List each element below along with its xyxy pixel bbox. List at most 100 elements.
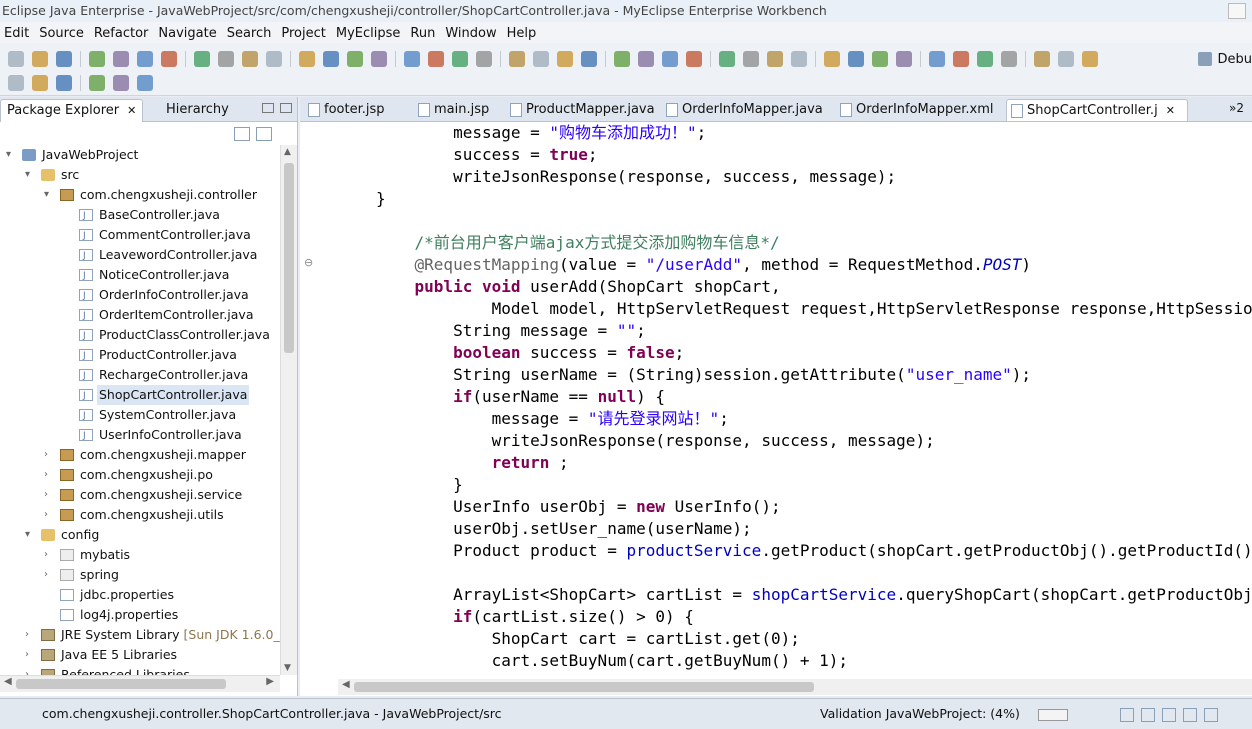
scroll-left-icon[interactable]: ◀ bbox=[4, 676, 12, 687]
toolbar-button-icon[interactable] bbox=[791, 51, 807, 67]
tree-item[interactable]: ›JRE System Library [Sun JDK 1.6.0_13] bbox=[0, 625, 280, 645]
toolbar-button-icon[interactable] bbox=[113, 75, 129, 91]
tree-item[interactable]: ›mybatis bbox=[0, 545, 280, 565]
tree-item[interactable]: ›com.chengxusheji.po bbox=[0, 465, 280, 485]
toolbar-button-icon[interactable] bbox=[1082, 51, 1098, 67]
toolbar-button-icon[interactable] bbox=[557, 51, 573, 67]
collapsed-twisty-icon[interactable]: › bbox=[25, 665, 35, 675]
status-icon[interactable] bbox=[1141, 708, 1155, 722]
tree-item[interactable]: ›Referenced Libraries bbox=[0, 665, 280, 675]
scroll-up-icon[interactable]: ▲ bbox=[284, 147, 291, 157]
tree-item[interactable]: ›Java EE 5 Libraries bbox=[0, 645, 280, 665]
status-icon[interactable] bbox=[1183, 708, 1197, 722]
toolbar-button-icon[interactable] bbox=[581, 51, 597, 67]
tree-vertical-scrollbar[interactable]: ▲ ▼ bbox=[280, 145, 297, 675]
minimize-icon[interactable] bbox=[262, 103, 274, 113]
toolbar-button-icon[interactable] bbox=[89, 75, 105, 91]
collapsed-twisty-icon[interactable]: › bbox=[44, 485, 54, 505]
toolbar-button-icon[interactable] bbox=[137, 51, 153, 67]
toolbar-button-icon[interactable] bbox=[404, 51, 420, 67]
maximize-icon[interactable] bbox=[280, 103, 292, 113]
scroll-right-icon[interactable]: ▶ bbox=[266, 676, 274, 687]
menu-item-refactor[interactable]: Refactor bbox=[94, 26, 149, 41]
perspective-switcher[interactable]: Debu bbox=[1198, 49, 1252, 69]
menu-item-source[interactable]: Source bbox=[39, 26, 84, 41]
toolbar-button-icon[interactable] bbox=[266, 51, 282, 67]
toolbar-button-icon[interactable] bbox=[32, 51, 48, 67]
menu-item-help[interactable]: Help bbox=[507, 26, 537, 41]
status-icon[interactable] bbox=[1162, 708, 1176, 722]
tree-item[interactable]: NoticeController.java bbox=[0, 265, 280, 285]
tree-item[interactable]: ▾config bbox=[0, 525, 280, 545]
toolbar-button-icon[interactable] bbox=[347, 51, 363, 67]
tree-item[interactable]: OrderItemController.java bbox=[0, 305, 280, 325]
toolbar-button-icon[interactable] bbox=[1058, 51, 1074, 67]
toolbar-button-icon[interactable] bbox=[56, 51, 72, 67]
toolbar-button-icon[interactable] bbox=[743, 51, 759, 67]
toolbar-button-icon[interactable] bbox=[509, 51, 525, 67]
tree-item[interactable]: OrderInfoController.java bbox=[0, 285, 280, 305]
tree-item[interactable]: ▾src bbox=[0, 165, 280, 185]
toolbar-button-icon[interactable] bbox=[113, 51, 129, 67]
collapsed-twisty-icon[interactable]: › bbox=[44, 465, 54, 485]
expanded-twisty-icon[interactable]: ▾ bbox=[25, 165, 35, 185]
editor-tab[interactable]: footer.jsp bbox=[304, 99, 414, 121]
tree-item[interactable]: ShopCartController.java bbox=[0, 385, 280, 405]
expanded-twisty-icon[interactable]: ▾ bbox=[6, 145, 16, 165]
toolbar-button-icon[interactable] bbox=[686, 51, 702, 67]
tree-item[interactable]: ›com.chengxusheji.service bbox=[0, 485, 280, 505]
collapsed-twisty-icon[interactable]: › bbox=[25, 625, 35, 645]
menu-item-myeclipse[interactable]: MyEclipse bbox=[336, 26, 401, 41]
toolbar-button-icon[interactable] bbox=[428, 51, 444, 67]
menu-item-navigate[interactable]: Navigate bbox=[158, 26, 216, 41]
tree-horizontal-scrollbar[interactable]: ◀ ▶ bbox=[0, 675, 280, 692]
status-icon[interactable] bbox=[1204, 708, 1218, 722]
toolbar-button-icon[interactable] bbox=[929, 51, 945, 67]
toolbar-button-icon[interactable] bbox=[1034, 51, 1050, 67]
window-control-button[interactable] bbox=[1228, 3, 1246, 19]
editor-horizontal-scrollbar[interactable]: ◀ bbox=[338, 679, 1252, 695]
toolbar-button-icon[interactable] bbox=[218, 51, 234, 67]
toolbar-button-icon[interactable] bbox=[476, 51, 492, 67]
expanded-twisty-icon[interactable]: ▾ bbox=[25, 525, 35, 545]
fold-collapse-icon[interactable]: ⊖ bbox=[304, 256, 313, 269]
toolbar-button-icon[interactable] bbox=[1001, 51, 1017, 67]
toolbar-button-icon[interactable] bbox=[32, 75, 48, 91]
tree-item[interactable]: UserInfoController.java bbox=[0, 425, 280, 445]
scroll-thumb[interactable] bbox=[284, 163, 294, 353]
toolbar-button-icon[interactable] bbox=[323, 51, 339, 67]
tree-item[interactable]: ›spring bbox=[0, 565, 280, 585]
toolbar-button-icon[interactable] bbox=[767, 51, 783, 67]
link-with-editor-icon[interactable] bbox=[256, 127, 272, 141]
toolbar-button-icon[interactable] bbox=[371, 51, 387, 67]
expanded-twisty-icon[interactable]: ▾ bbox=[44, 185, 54, 205]
code-area[interactable]: message = "购物车添加成功！"; success = true; wr… bbox=[376, 122, 1252, 682]
toolbar-button-icon[interactable] bbox=[194, 51, 210, 67]
toolbar-button-icon[interactable] bbox=[56, 75, 72, 91]
tree-item[interactable]: ›com.chengxusheji.mapper bbox=[0, 445, 280, 465]
scroll-thumb[interactable] bbox=[16, 679, 226, 689]
status-icon[interactable] bbox=[1120, 708, 1134, 722]
collapse-all-icon[interactable] bbox=[234, 127, 250, 141]
toolbar-button-icon[interactable] bbox=[872, 51, 888, 67]
menu-item-project[interactable]: Project bbox=[281, 26, 325, 41]
menu-item-window[interactable]: Window bbox=[445, 26, 496, 41]
toolbar-button-icon[interactable] bbox=[161, 51, 177, 67]
tree-item[interactable]: LeavewordController.java bbox=[0, 245, 280, 265]
tree-item[interactable]: jdbc.properties bbox=[0, 585, 280, 605]
toolbar-button-icon[interactable] bbox=[848, 51, 864, 67]
editor-tab[interactable]: OrderInfoMapper.xml bbox=[836, 99, 1006, 121]
scroll-left-icon[interactable]: ◀ bbox=[342, 679, 350, 690]
toolbar-button-icon[interactable] bbox=[8, 75, 24, 91]
tree-item[interactable]: SystemController.java bbox=[0, 405, 280, 425]
tree-item[interactable]: ▾JavaWebProject bbox=[0, 145, 280, 165]
toolbar-button-icon[interactable] bbox=[452, 51, 468, 67]
menu-item-edit[interactable]: Edit bbox=[4, 26, 29, 41]
toolbar-button-icon[interactable] bbox=[299, 51, 315, 67]
editor-tab[interactable]: OrderInfoMapper.java bbox=[662, 99, 836, 121]
toolbar-button-icon[interactable] bbox=[719, 51, 735, 67]
toolbar-button-icon[interactable] bbox=[638, 51, 654, 67]
close-icon[interactable]: ✕ bbox=[1166, 104, 1175, 117]
tree-item[interactable]: ›com.chengxusheji.utils bbox=[0, 505, 280, 525]
editor-tab[interactable]: ShopCartController.j✕ bbox=[1006, 99, 1188, 122]
